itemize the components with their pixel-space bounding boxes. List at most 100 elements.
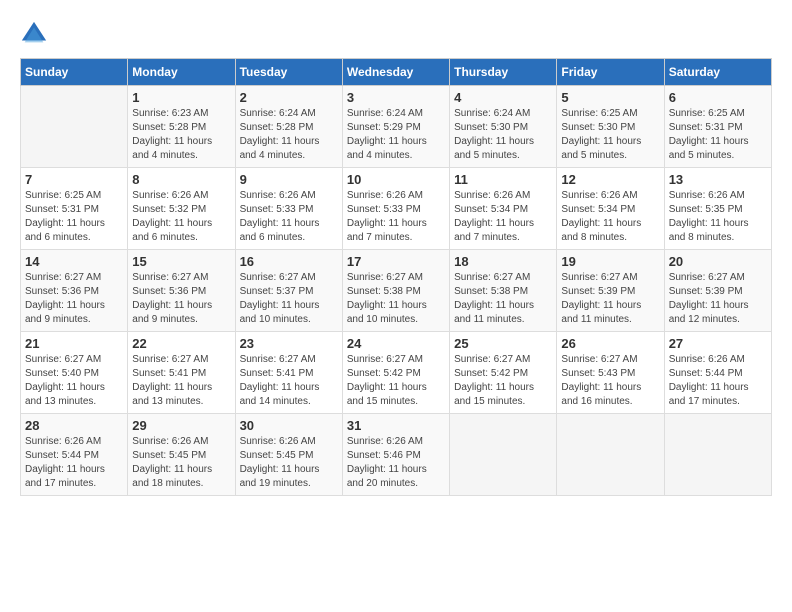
day-info: Sunrise: 6:24 AM Sunset: 5:28 PM Dayligh… <box>240 107 338 163</box>
day-info: Sunrise: 6:27 AM Sunset: 5:37 PM Dayligh… <box>240 271 338 327</box>
day-info: Sunrise: 6:26 AM Sunset: 5:34 PM Dayligh… <box>561 189 659 245</box>
day-info: Sunrise: 6:26 AM Sunset: 5:44 PM Dayligh… <box>669 353 767 409</box>
day-number: 22 <box>132 336 230 351</box>
day-number: 14 <box>25 254 123 269</box>
day-number: 23 <box>240 336 338 351</box>
day-info: Sunrise: 6:24 AM Sunset: 5:30 PM Dayligh… <box>454 107 552 163</box>
day-info: Sunrise: 6:26 AM Sunset: 5:33 PM Dayligh… <box>347 189 445 245</box>
calendar-cell: 22Sunrise: 6:27 AM Sunset: 5:41 PM Dayli… <box>128 332 235 414</box>
day-number: 13 <box>669 172 767 187</box>
calendar-cell: 12Sunrise: 6:26 AM Sunset: 5:34 PM Dayli… <box>557 168 664 250</box>
calendar-cell: 24 Sunrise: 6:27 AM Sunset: 5:42 PM Dayli… <box>342 332 449 414</box>
day-info: Sunrise: 6:27 AM Sunset: 5:43 PM Dayligh… <box>561 353 659 409</box>
day-info: Sunrise: 6:26 AM Sunset: 5:32 PM Dayligh… <box>132 189 230 245</box>
day-info: Sunrise: 6:25 AM Sunset: 5:31 PM Dayligh… <box>669 107 767 163</box>
calendar-week-row: 28 Sunrise: 6:26 AM Sunset: 5:44 PM Dayli… <box>21 414 772 496</box>
calendar-week-row: 7 Sunrise: 6:25 AM Sunset: 5:31 PM Daylig… <box>21 168 772 250</box>
day-number: 17 <box>347 254 445 269</box>
logo <box>20 20 52 48</box>
day-info: Sunrise: 6:27 AM Sunset: 5:38 PM Dayligh… <box>347 271 445 327</box>
day-number: 30 <box>240 418 338 433</box>
weekday-header-tuesday: Tuesday <box>235 59 342 86</box>
day-number: 20 <box>669 254 767 269</box>
calendar-cell: 13 Sunrise: 6:26 AM Sunset: 5:35 PM Dayli… <box>664 168 771 250</box>
weekday-header-wednesday: Wednesday <box>342 59 449 86</box>
calendar-cell: 16 Sunrise: 6:27 AM Sunset: 5:37 PM Dayli… <box>235 250 342 332</box>
calendar-cell: 5Sunrise: 6:25 AM Sunset: 5:30 PM Daylig… <box>557 86 664 168</box>
day-info: Sunrise: 6:27 AM Sunset: 5:39 PM Dayligh… <box>669 271 767 327</box>
day-number: 15 <box>132 254 230 269</box>
day-info: Sunrise: 6:26 AM Sunset: 5:35 PM Dayligh… <box>669 189 767 245</box>
day-number: 16 <box>240 254 338 269</box>
calendar-cell: 6 Sunrise: 6:25 AM Sunset: 5:31 PM Daylig… <box>664 86 771 168</box>
day-info: Sunrise: 6:26 AM Sunset: 5:45 PM Dayligh… <box>132 435 230 491</box>
day-info: Sunrise: 6:25 AM Sunset: 5:31 PM Dayligh… <box>25 189 123 245</box>
calendar-cell: 20 Sunrise: 6:27 AM Sunset: 5:39 PM Dayli… <box>664 250 771 332</box>
day-number: 31 <box>347 418 445 433</box>
day-number: 26 <box>561 336 659 351</box>
calendar-header: SundayMondayTuesdayWednesdayThursdayFrid… <box>21 59 772 86</box>
day-number: 8 <box>132 172 230 187</box>
calendar-cell: 31Sunrise: 6:26 AM Sunset: 5:46 PM Dayli… <box>342 414 449 496</box>
day-info: Sunrise: 6:26 AM Sunset: 5:45 PM Dayligh… <box>240 435 338 491</box>
calendar-cell: 19 Sunrise: 6:27 AM Sunset: 5:39 PM Dayli… <box>557 250 664 332</box>
calendar-cell: 29 Sunrise: 6:26 AM Sunset: 5:45 PM Dayli… <box>128 414 235 496</box>
day-info: Sunrise: 6:27 AM Sunset: 5:40 PM Dayligh… <box>25 353 123 409</box>
day-number: 6 <box>669 90 767 105</box>
calendar-cell: 11 Sunrise: 6:26 AM Sunset: 5:34 PM Dayli… <box>450 168 557 250</box>
calendar-cell: 26 Sunrise: 6:27 AM Sunset: 5:43 PM Dayli… <box>557 332 664 414</box>
calendar-cell: 10Sunrise: 6:26 AM Sunset: 5:33 PM Dayli… <box>342 168 449 250</box>
calendar-week-row: 21 Sunrise: 6:27 AM Sunset: 5:40 PM Dayli… <box>21 332 772 414</box>
day-number: 7 <box>25 172 123 187</box>
day-number: 4 <box>454 90 552 105</box>
day-info: Sunrise: 6:23 AM Sunset: 5:28 PM Dayligh… <box>132 107 230 163</box>
day-number: 9 <box>240 172 338 187</box>
day-number: 18 <box>454 254 552 269</box>
day-number: 21 <box>25 336 123 351</box>
day-number: 27 <box>669 336 767 351</box>
calendar-cell: 14 Sunrise: 6:27 AM Sunset: 5:36 PM Dayli… <box>21 250 128 332</box>
day-info: Sunrise: 6:27 AM Sunset: 5:42 PM Dayligh… <box>454 353 552 409</box>
day-info: Sunrise: 6:24 AM Sunset: 5:29 PM Dayligh… <box>347 107 445 163</box>
day-number: 28 <box>25 418 123 433</box>
calendar-cell: 8 Sunrise: 6:26 AM Sunset: 5:32 PM Daylig… <box>128 168 235 250</box>
calendar-week-row: 14 Sunrise: 6:27 AM Sunset: 5:36 PM Dayli… <box>21 250 772 332</box>
day-number: 2 <box>240 90 338 105</box>
page-header <box>20 20 772 48</box>
weekday-header-sunday: Sunday <box>21 59 128 86</box>
day-info: Sunrise: 6:27 AM Sunset: 5:36 PM Dayligh… <box>132 271 230 327</box>
day-info: Sunrise: 6:26 AM Sunset: 5:44 PM Dayligh… <box>25 435 123 491</box>
logo-icon <box>20 20 48 48</box>
day-info: Sunrise: 6:27 AM Sunset: 5:36 PM Dayligh… <box>25 271 123 327</box>
calendar-table: SundayMondayTuesdayWednesdayThursdayFrid… <box>20 58 772 496</box>
calendar-cell: 23Sunrise: 6:27 AM Sunset: 5:41 PM Dayli… <box>235 332 342 414</box>
calendar-cell <box>450 414 557 496</box>
day-number: 3 <box>347 90 445 105</box>
calendar-body: 1Sunrise: 6:23 AM Sunset: 5:28 PM Daylig… <box>21 86 772 496</box>
day-number: 29 <box>132 418 230 433</box>
calendar-cell: 27 Sunrise: 6:26 AM Sunset: 5:44 PM Dayli… <box>664 332 771 414</box>
calendar-cell: 2 Sunrise: 6:24 AM Sunset: 5:28 PM Daylig… <box>235 86 342 168</box>
day-number: 25 <box>454 336 552 351</box>
calendar-cell: 4 Sunrise: 6:24 AM Sunset: 5:30 PM Daylig… <box>450 86 557 168</box>
weekday-header-thursday: Thursday <box>450 59 557 86</box>
day-number: 11 <box>454 172 552 187</box>
weekday-header-row: SundayMondayTuesdayWednesdayThursdayFrid… <box>21 59 772 86</box>
weekday-header-saturday: Saturday <box>664 59 771 86</box>
calendar-cell: 30 Sunrise: 6:26 AM Sunset: 5:45 PM Dayli… <box>235 414 342 496</box>
calendar-cell: 9 Sunrise: 6:26 AM Sunset: 5:33 PM Daylig… <box>235 168 342 250</box>
calendar-cell: 21 Sunrise: 6:27 AM Sunset: 5:40 PM Dayli… <box>21 332 128 414</box>
day-number: 24 <box>347 336 445 351</box>
calendar-cell: 28 Sunrise: 6:26 AM Sunset: 5:44 PM Dayli… <box>21 414 128 496</box>
calendar-cell <box>557 414 664 496</box>
day-info: Sunrise: 6:26 AM Sunset: 5:34 PM Dayligh… <box>454 189 552 245</box>
day-info: Sunrise: 6:27 AM Sunset: 5:39 PM Dayligh… <box>561 271 659 327</box>
weekday-header-monday: Monday <box>128 59 235 86</box>
calendar-cell: 15 Sunrise: 6:27 AM Sunset: 5:36 PM Dayli… <box>128 250 235 332</box>
day-info: Sunrise: 6:27 AM Sunset: 5:42 PM Dayligh… <box>347 353 445 409</box>
day-info: Sunrise: 6:26 AM Sunset: 5:33 PM Dayligh… <box>240 189 338 245</box>
calendar-week-row: 1Sunrise: 6:23 AM Sunset: 5:28 PM Daylig… <box>21 86 772 168</box>
day-number: 19 <box>561 254 659 269</box>
day-number: 5 <box>561 90 659 105</box>
weekday-header-friday: Friday <box>557 59 664 86</box>
